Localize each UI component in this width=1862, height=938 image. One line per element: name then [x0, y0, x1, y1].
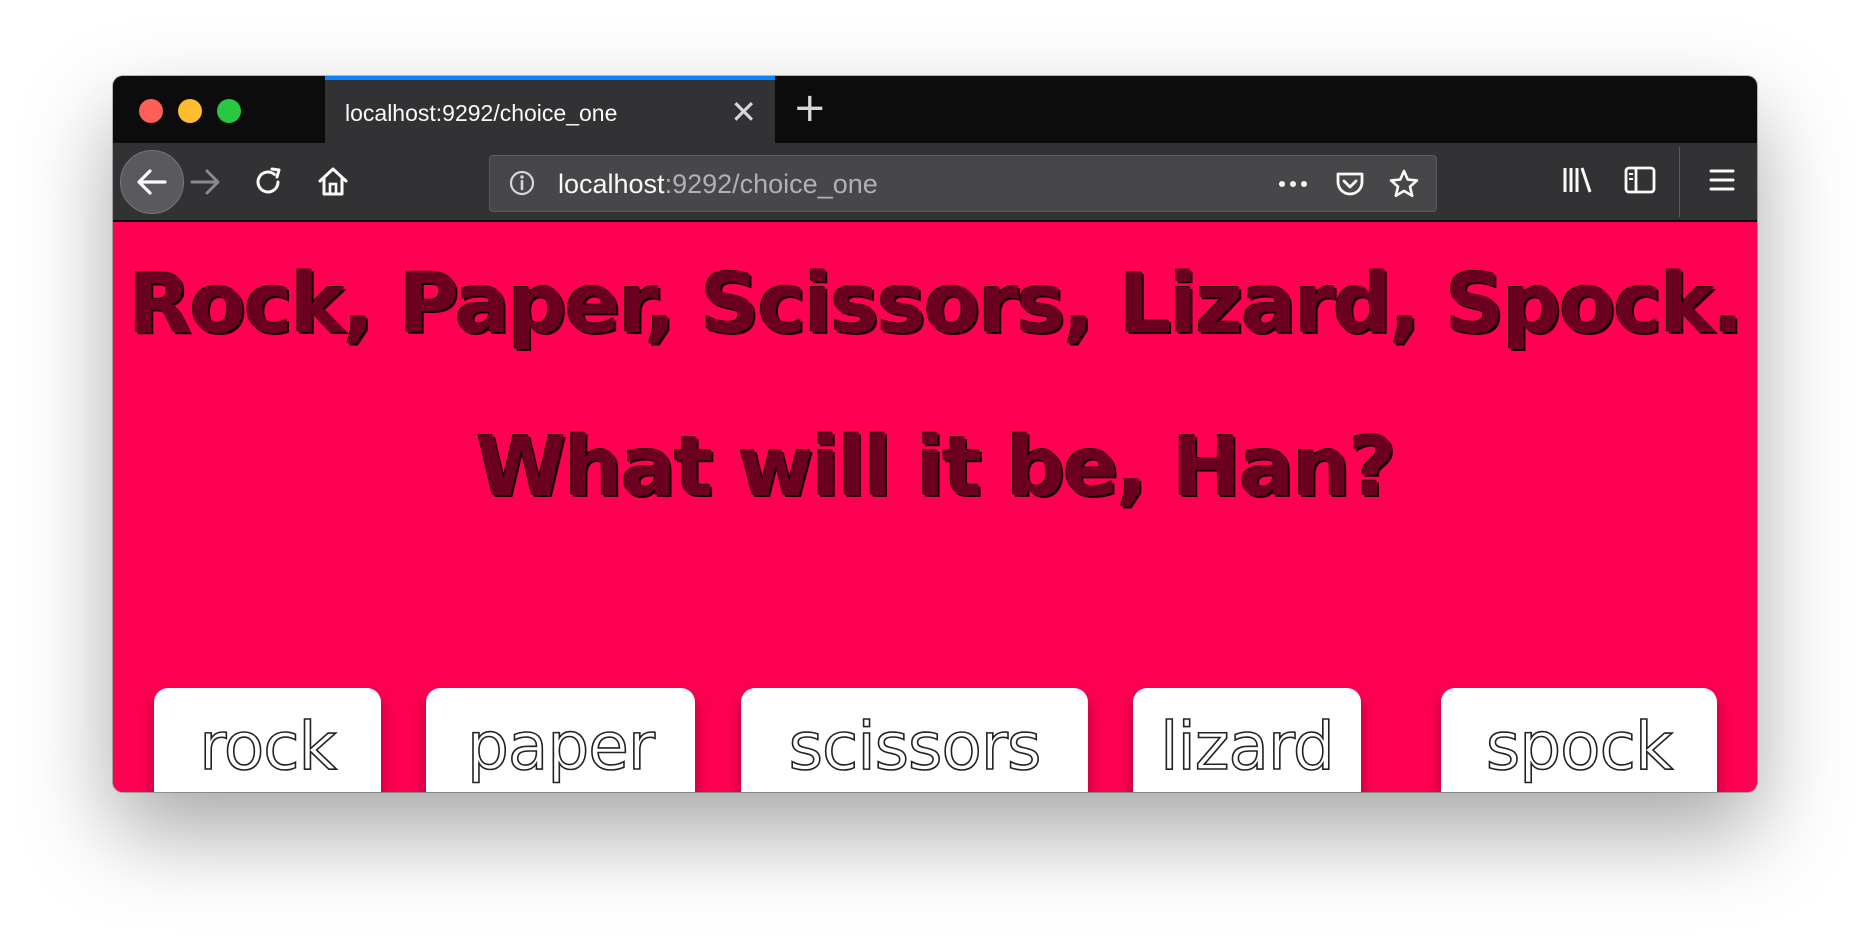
close-window-button[interactable] — [139, 99, 163, 123]
forward-arrow-icon — [190, 169, 220, 195]
url-bar[interactable]: localhost:9292/choice_one — [489, 155, 1437, 212]
home-icon — [318, 167, 348, 196]
sidebar-icon[interactable] — [1623, 163, 1657, 197]
new-tab-button[interactable]: + — [793, 86, 827, 130]
more-icon[interactable] — [1276, 170, 1310, 198]
choice-buttons: rock paper scissors lizard spock — [113, 688, 1757, 792]
choice-rock-button[interactable]: rock — [154, 688, 381, 792]
bookmark-star-icon[interactable] — [1388, 168, 1420, 200]
url-path: :9292/choice_one — [664, 169, 878, 199]
tab-strip: localhost:9292/choice_one ✕ + — [113, 76, 1757, 143]
library-icon[interactable] — [1560, 163, 1594, 197]
choice-scissors-button[interactable]: scissors — [741, 688, 1088, 792]
info-icon[interactable] — [508, 169, 536, 197]
tab-active[interactable]: localhost:9292/choice_one ✕ — [325, 76, 775, 143]
hamburger-menu-icon[interactable] — [1705, 163, 1739, 197]
url-host: localhost — [558, 169, 665, 199]
zoom-window-button[interactable] — [217, 99, 241, 123]
tab-close-icon[interactable]: ✕ — [730, 92, 757, 132]
choice-lizard-button[interactable]: lizard — [1133, 688, 1361, 792]
page-subtitle: What will it be, Han? — [475, 420, 1396, 515]
home-button[interactable] — [301, 150, 365, 214]
page-content: Rock, Paper, Scissors, Lizard, Spock. Wh… — [113, 222, 1757, 792]
pocket-icon[interactable] — [1334, 168, 1366, 200]
forward-button[interactable] — [173, 150, 237, 214]
minimize-window-button[interactable] — [178, 99, 202, 123]
choice-paper-button[interactable]: paper — [426, 688, 695, 792]
back-arrow-icon — [137, 169, 167, 195]
toolbar-divider — [1679, 147, 1680, 217]
tab-title: localhost:9292/choice_one — [345, 100, 618, 126]
reload-button[interactable] — [236, 150, 300, 214]
navigation-toolbar: localhost:9292/choice_one — [113, 143, 1757, 222]
page-title: Rock, Paper, Scissors, Lizard, Spock. — [128, 257, 1743, 352]
browser-window: localhost:9292/choice_one ✕ + localhost:… — [113, 76, 1757, 792]
reload-icon — [256, 167, 281, 194]
choice-spock-button[interactable]: spock — [1441, 688, 1717, 792]
url-text[interactable]: localhost:9292/choice_one — [558, 169, 878, 200]
